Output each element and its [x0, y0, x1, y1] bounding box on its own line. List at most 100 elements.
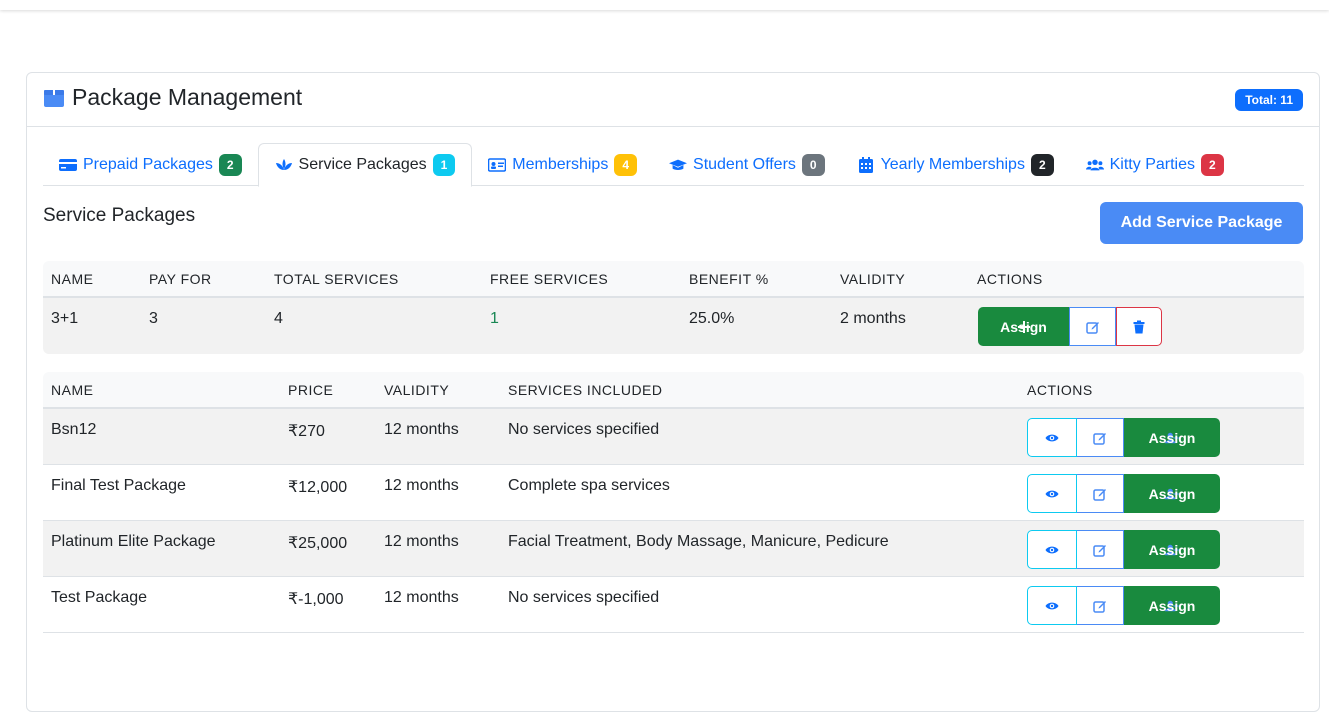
assign-label: Assign [1148, 598, 1196, 614]
view-button[interactable] [1027, 586, 1077, 625]
tab-label: Memberships [512, 155, 609, 173]
edit-button[interactable] [1077, 530, 1124, 569]
table-row: 3+1 3 4 1 25.0% 2 months Assign [43, 298, 1304, 354]
edit-button[interactable] [1069, 307, 1116, 346]
cell-total-services: 4 [274, 310, 283, 327]
col-header: BENEFIT % [689, 271, 769, 287]
tab-yearly-memberships[interactable]: Yearly Memberships 2 [841, 143, 1070, 186]
row-actions: Assign [1027, 418, 1220, 457]
edit-button[interactable] [1077, 418, 1124, 457]
add-service-package-button[interactable]: Add Service Package [1100, 202, 1303, 244]
tab-label: Service Packages [298, 156, 427, 173]
table-row: Final Test Package ₹12,000 12 months Com… [43, 465, 1304, 521]
col-header: FREE SERVICES [490, 271, 609, 287]
view-button[interactable] [1027, 474, 1077, 513]
col-header: VALIDITY [384, 382, 450, 398]
tab-kitty-parties[interactable]: Kitty Parties 2 [1070, 143, 1240, 186]
cell-free-services: 1 [490, 310, 499, 327]
assign-button[interactable]: Assign [1124, 418, 1220, 457]
count-badge: 1 [432, 154, 456, 176]
eye-icon [1045, 490, 1059, 497]
id-card-icon [488, 157, 507, 172]
page-title: Package Management [43, 84, 302, 111]
cell-pay-for: 3 [149, 310, 158, 327]
eye-icon [1045, 434, 1059, 441]
calendar-icon [858, 156, 873, 173]
col-header: TOTAL SERVICES [274, 271, 399, 287]
graduation-cap-icon [669, 159, 688, 170]
count-badge: 4 [614, 153, 638, 176]
card-header: Package Management Total: 11 [27, 73, 1319, 127]
eye-icon [1045, 546, 1059, 553]
package-tabs: Prepaid Packages 2 Service Packages 1 Me… [43, 143, 1304, 187]
trash-icon [1133, 320, 1145, 333]
table-row: Platinum Elite Package ₹25,000 12 months… [43, 521, 1304, 577]
assign-label: Assign [1148, 486, 1196, 502]
packages-list-table: NAME PRICE VALIDITY SERVICES INCLUDED AC… [43, 372, 1304, 633]
tab-label: Student Offers [693, 155, 796, 173]
col-header: NAME [51, 271, 94, 287]
view-button[interactable] [1027, 530, 1077, 569]
eye-icon [1045, 602, 1059, 609]
assign-label: Assign [1000, 319, 1047, 335]
cell-services: Complete spa services [508, 477, 670, 494]
edit-button[interactable] [1077, 586, 1124, 625]
row-actions: Assign [1027, 530, 1220, 569]
count-badge: 2 [218, 153, 242, 176]
assign-button[interactable]: Assign [1124, 530, 1220, 569]
edit-icon [1093, 600, 1106, 613]
table-header: NAME PRICE VALIDITY SERVICES INCLUDED AC… [43, 372, 1304, 409]
spa-lotus-icon [275, 159, 292, 170]
tab-student-offers[interactable]: Student Offers 0 [653, 143, 841, 186]
cell-price: ₹25,000 [288, 535, 348, 552]
tab-prepaid-packages[interactable]: Prepaid Packages 2 [43, 143, 258, 186]
package-management-card: Package Management Total: 11 Prepaid Pac… [26, 72, 1320, 712]
cell-name: Platinum Elite Package [51, 533, 216, 550]
section-title: Service Packages [43, 205, 196, 226]
edit-button[interactable] [1077, 474, 1124, 513]
table-row: Test Package ₹-1,000 12 months No servic… [43, 577, 1304, 633]
credit-card-icon [59, 158, 77, 171]
cell-validity: 12 months [384, 421, 459, 438]
col-header: PAY FOR [149, 271, 212, 287]
edit-icon [1085, 321, 1099, 334]
cell-services: Facial Treatment, Body Massage, Manicure… [508, 533, 889, 550]
edit-icon [1093, 432, 1106, 445]
cell-name: 3+1 [51, 310, 79, 327]
col-header: NAME [51, 382, 94, 398]
row-actions: Assign [1027, 586, 1220, 625]
cell-validity: 12 months [384, 533, 459, 550]
cell-validity: 12 months [384, 477, 459, 494]
cell-validity: 2 months [840, 310, 906, 327]
col-header: SERVICES INCLUDED [508, 382, 663, 398]
cell-name: Final Test Package [51, 477, 186, 494]
cell-validity: 12 months [384, 589, 459, 606]
table-row: Bsn12 ₹270 12 months No services specifi… [43, 409, 1304, 465]
row-actions: Assign [978, 307, 1162, 346]
cell-name: Test Package [51, 589, 148, 606]
assign-button[interactable]: Assign [1124, 474, 1220, 513]
tab-label: Kitty Parties [1109, 155, 1195, 173]
assign-button[interactable]: Assign [1124, 586, 1220, 625]
edit-icon [1093, 488, 1106, 501]
tab-service-packages[interactable]: Service Packages 1 [257, 143, 473, 187]
total-badge: Total: 11 [1235, 89, 1303, 111]
cell-services: No services specified [508, 421, 660, 438]
cell-benefit: 25.0% [689, 310, 735, 327]
cell-price: ₹-1,000 [288, 591, 344, 608]
table-header: NAME PAY FOR TOTAL SERVICES FREE SERVICE… [43, 261, 1304, 298]
tab-memberships[interactable]: Memberships 4 [472, 143, 653, 186]
col-header: PRICE [288, 382, 334, 398]
assign-label: Assign [1148, 542, 1196, 558]
top-bar [0, 0, 1329, 10]
tab-label: Prepaid Packages [83, 155, 213, 173]
count-badge: 2 [1030, 153, 1054, 176]
assign-button[interactable]: Assign [978, 307, 1069, 346]
row-actions: Assign [1027, 474, 1220, 513]
edit-icon [1093, 544, 1106, 557]
col-header: VALIDITY [840, 271, 906, 287]
view-button[interactable] [1027, 418, 1077, 457]
col-header: ACTIONS [977, 271, 1043, 287]
page-title-text: Package Management [72, 84, 303, 110]
delete-button[interactable] [1116, 307, 1162, 346]
